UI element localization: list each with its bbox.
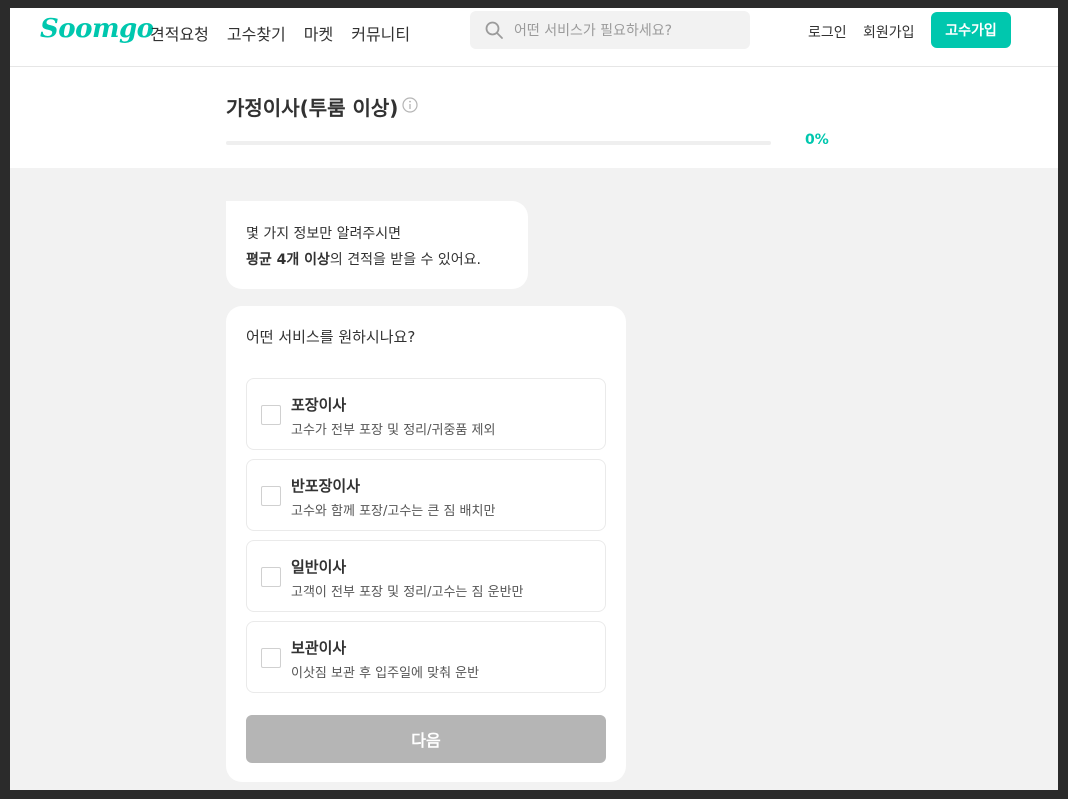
option-title: 반포장이사 <box>291 477 361 495</box>
option-storage-move[interactable]: 보관이사 이삿짐 보관 후 입주일에 맞춰 운반 <box>246 621 606 693</box>
option-title: 보관이사 <box>291 639 347 657</box>
signup-link[interactable]: 회원가입 <box>863 22 915 42</box>
option-description: 이삿짐 보관 후 입주일에 맞춰 운반 <box>291 666 480 681</box>
checkbox[interactable] <box>261 567 281 587</box>
progress-bar <box>226 141 771 145</box>
question-card: 어떤 서비스를 원하시나요? 포장이사 고수가 전부 포장 및 정리/귀중품 제… <box>226 306 626 782</box>
intro-line-2-rest: 의 견적을 받을 수 있어요. <box>329 252 481 268</box>
search-icon <box>485 21 503 39</box>
intro-highlight: 평균 4개 이상 <box>246 252 330 268</box>
option-title: 포장이사 <box>291 396 347 414</box>
top-header: Soomgo 견적요청 고수찾기 마켓 커뮤니티 어떤 서비스가 필요하세요? … <box>10 8 1058 67</box>
nav-market[interactable]: 마켓 <box>304 21 333 45</box>
intro-line-1: 몇 가지 정보만 알려주시면 <box>246 226 402 242</box>
search-input[interactable]: 어떤 서비스가 필요하세요? <box>470 11 750 49</box>
next-button[interactable]: 다음 <box>246 715 606 763</box>
page-title: 가정이사(투룸 이상) <box>226 96 399 120</box>
nav-request-quote[interactable]: 견적요청 <box>150 21 209 45</box>
option-description: 고수와 함께 포장/고수는 큰 짐 배치만 <box>291 504 496 519</box>
option-description: 고객이 전부 포장 및 정리/고수는 짐 운반만 <box>291 585 524 600</box>
intro-message: 몇 가지 정보만 알려주시면 평균 4개 이상의 견적을 받을 수 있어요. <box>226 201 528 289</box>
option-semi-packing-move[interactable]: 반포장이사 고수와 함께 포장/고수는 큰 짐 배치만 <box>246 459 606 531</box>
option-general-move[interactable]: 일반이사 고객이 전부 포장 및 정리/고수는 짐 운반만 <box>246 540 606 612</box>
question-title: 어떤 서비스를 원하시나요? <box>246 328 416 346</box>
main-nav: 견적요청 고수찾기 마켓 커뮤니티 <box>150 21 410 45</box>
progress-percent: 0% <box>805 132 829 148</box>
pro-signup-button[interactable]: 고수가입 <box>931 12 1011 48</box>
option-title: 일반이사 <box>291 558 347 576</box>
intro-line-2: 평균 4개 이상의 견적을 받을 수 있어요. <box>246 247 508 273</box>
option-description: 고수가 전부 포장 및 정리/귀중품 제외 <box>291 423 496 438</box>
nav-community[interactable]: 커뮤니티 <box>351 21 410 45</box>
search-placeholder: 어떤 서비스가 필요하세요? <box>514 23 673 39</box>
nav-find-pro[interactable]: 고수찾기 <box>227 21 286 45</box>
option-packing-move[interactable]: 포장이사 고수가 전부 포장 및 정리/귀중품 제외 <box>246 378 606 450</box>
page-frame: Soomgo 견적요청 고수찾기 마켓 커뮤니티 어떤 서비스가 필요하세요? … <box>10 8 1058 790</box>
checkbox[interactable] <box>261 648 281 668</box>
checkbox[interactable] <box>261 405 281 425</box>
info-icon[interactable] <box>402 97 418 113</box>
title-section: 가정이사(투룸 이상) 0% <box>10 67 1058 168</box>
checkbox[interactable] <box>261 486 281 506</box>
soomgo-logo[interactable]: Soomgo <box>40 14 154 44</box>
login-link[interactable]: 로그인 <box>808 22 847 42</box>
